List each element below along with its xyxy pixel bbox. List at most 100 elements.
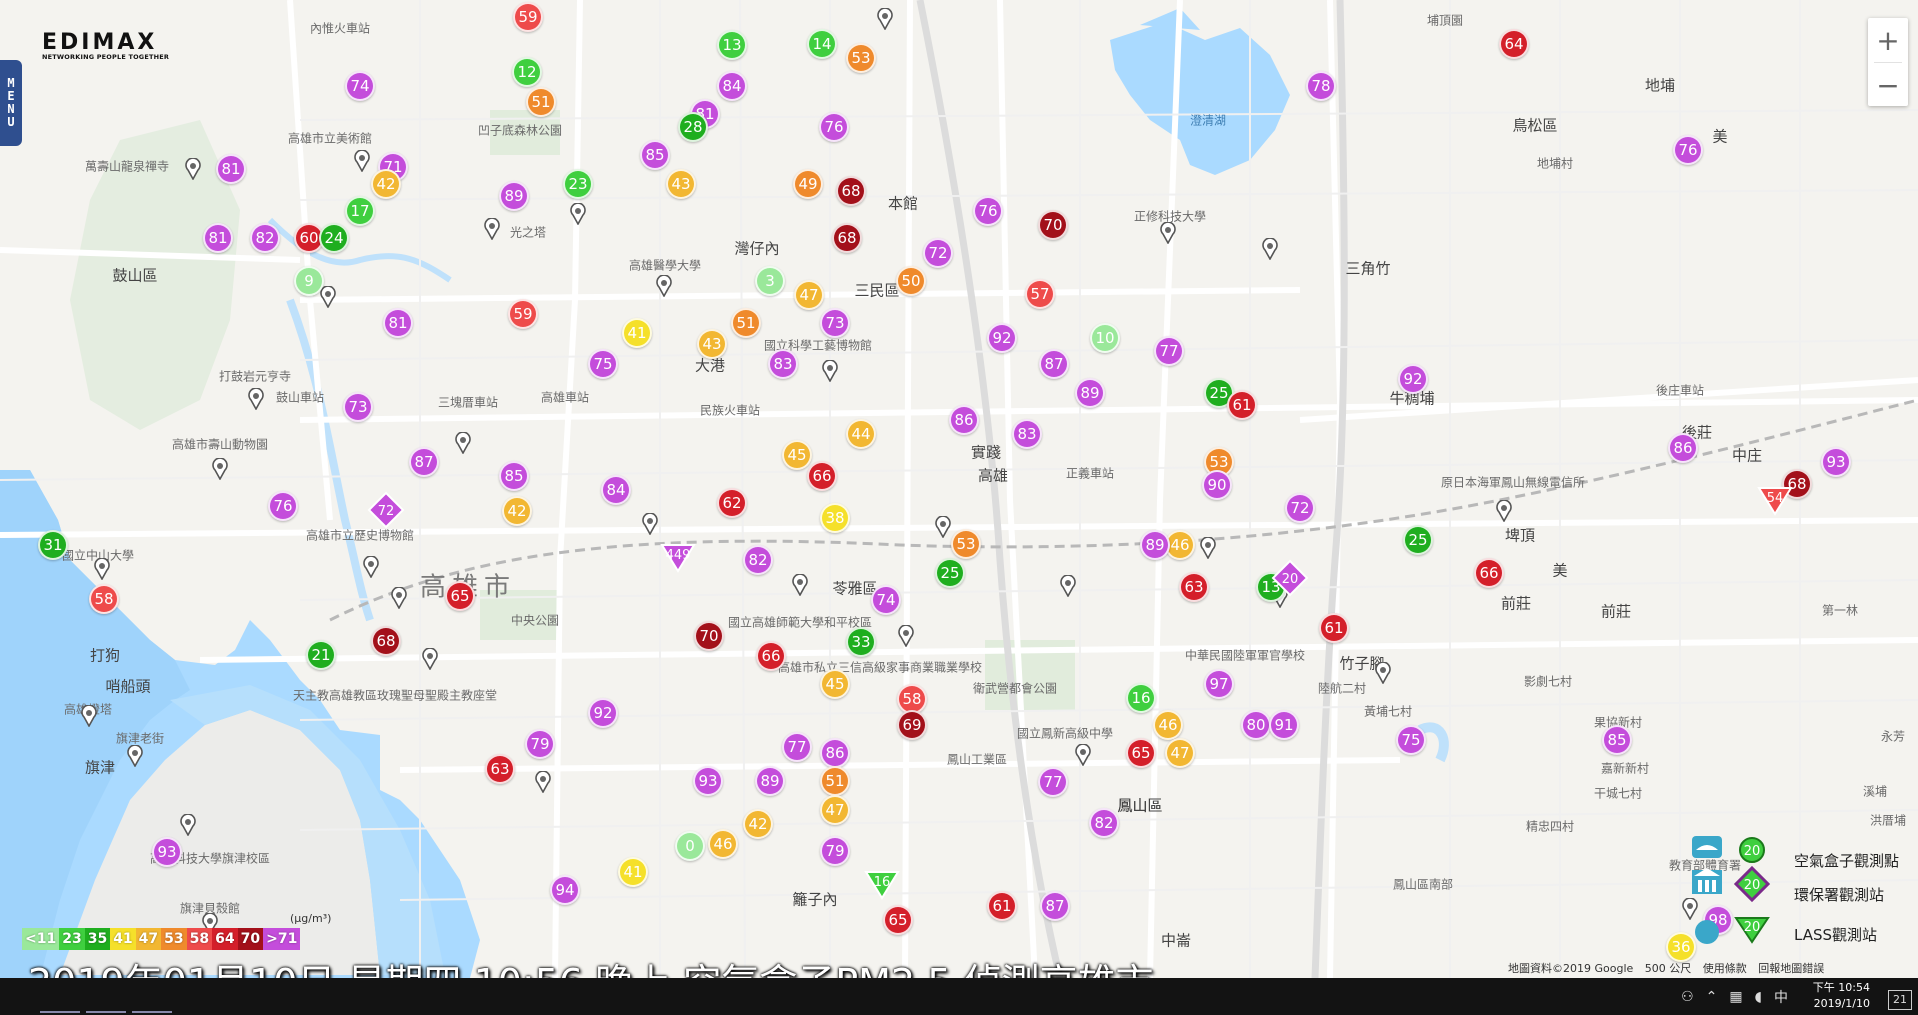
location-pin-icon[interactable] (877, 8, 893, 30)
airbox-marker[interactable]: 89 (499, 181, 529, 211)
location-pin-icon[interactable] (935, 516, 951, 538)
airbox-marker[interactable]: 82 (250, 223, 280, 253)
airbox-marker[interactable]: 81 (383, 308, 413, 338)
location-pin-icon[interactable] (1375, 662, 1391, 684)
airbox-marker[interactable]: 57 (1025, 279, 1055, 309)
airbox-marker[interactable]: 51 (731, 308, 761, 338)
airbox-marker[interactable]: 51 (526, 87, 556, 117)
airbox-marker[interactable]: 84 (717, 71, 747, 101)
location-pin-icon[interactable] (354, 150, 370, 172)
airbox-marker[interactable]: 65 (883, 905, 913, 935)
airbox-marker[interactable]: 86 (949, 405, 979, 435)
report-error-link[interactable]: 回報地圖錯誤 (1758, 962, 1824, 975)
airbox-marker[interactable]: 61 (1319, 613, 1349, 643)
airbox-marker[interactable]: 75 (1396, 725, 1426, 755)
airbox-marker[interactable]: 21 (306, 640, 336, 670)
volume-icon[interactable]: ◖ (1755, 989, 1762, 1005)
airbox-marker[interactable]: 49 (793, 169, 823, 199)
location-pin-icon[interactable] (180, 814, 196, 836)
airbox-marker[interactable]: 89 (1140, 530, 1170, 560)
airbox-marker[interactable]: 87 (1040, 891, 1070, 921)
location-pin-icon[interactable] (1160, 222, 1176, 244)
airbox-marker[interactable]: 16 (1126, 683, 1156, 713)
airbox-marker[interactable]: 97 (1204, 669, 1234, 699)
location-pin-icon[interactable] (391, 587, 407, 609)
airbox-marker[interactable]: 47 (1165, 738, 1195, 768)
chevron-up-icon[interactable]: ⌃ (1706, 989, 1718, 1005)
airbox-marker[interactable]: 93 (152, 837, 182, 867)
airbox-marker[interactable]: 82 (743, 545, 773, 575)
airbox-marker[interactable]: 42 (371, 169, 401, 199)
airbox-marker[interactable]: 42 (502, 496, 532, 526)
airbox-marker[interactable]: 81 (203, 223, 233, 253)
airbox-marker[interactable]: 45 (782, 440, 812, 470)
airbox-marker[interactable]: 65 (445, 581, 475, 611)
airbox-marker[interactable]: 25 (1403, 525, 1433, 555)
airbox-marker[interactable]: 81 (216, 154, 246, 184)
taskbar-app[interactable] (40, 981, 80, 1013)
airbox-marker[interactable]: 63 (1179, 572, 1209, 602)
zoom-in-button[interactable]: + (1868, 18, 1908, 62)
airbox-marker[interactable]: 73 (820, 308, 850, 338)
airbox-marker[interactable]: 87 (1039, 349, 1069, 379)
taskbar-app[interactable] (132, 981, 172, 1013)
airbox-marker[interactable]: 74 (345, 71, 375, 101)
airbox-marker[interactable]: 85 (640, 140, 670, 170)
airbox-marker[interactable]: 46 (1153, 710, 1183, 740)
airbox-marker[interactable]: 17 (345, 196, 375, 226)
airbox-marker[interactable]: 85 (499, 461, 529, 491)
airbox-marker[interactable]: 85 (1602, 725, 1632, 755)
location-pin-icon[interactable] (127, 745, 143, 767)
airbox-marker[interactable]: 47 (794, 280, 824, 310)
airbox-marker[interactable]: 73 (343, 392, 373, 422)
airbox-marker[interactable]: 78 (1306, 71, 1336, 101)
airbox-marker[interactable]: 76 (268, 491, 298, 521)
airbox-marker[interactable]: 77 (1154, 336, 1184, 366)
airbox-marker[interactable]: 44 (846, 419, 876, 449)
airbox-marker[interactable]: 43 (666, 169, 696, 199)
taskbar-app[interactable] (86, 981, 126, 1013)
airbox-marker[interactable]: 24 (319, 223, 349, 253)
network-icon[interactable]: ▦ (1729, 989, 1742, 1005)
airbox-marker[interactable]: 9 (294, 266, 324, 296)
airbox-marker[interactable]: 43 (697, 329, 727, 359)
airbox-marker[interactable]: 75 (588, 349, 618, 379)
airbox-marker[interactable]: 46 (708, 829, 738, 859)
airbox-marker[interactable]: 77 (782, 732, 812, 762)
airbox-marker[interactable]: 3 (755, 266, 785, 296)
airbox-marker[interactable]: 93 (693, 766, 723, 796)
airbox-marker[interactable]: 23 (563, 169, 593, 199)
airbox-marker[interactable]: 68 (371, 626, 401, 656)
location-pin-icon[interactable] (185, 158, 201, 180)
airbox-marker[interactable]: 72 (923, 238, 953, 268)
airbox-marker[interactable]: 66 (807, 461, 837, 491)
airbox-marker[interactable]: 70 (694, 621, 724, 651)
airbox-marker[interactable]: 50 (896, 266, 926, 296)
location-pin-icon[interactable] (1262, 238, 1278, 260)
airbox-marker[interactable]: 31 (38, 530, 68, 560)
airbox-marker[interactable]: 94 (550, 875, 580, 905)
location-pin-icon[interactable] (1060, 575, 1076, 597)
airbox-marker[interactable]: 77 (1038, 767, 1068, 797)
airbox-marker[interactable]: 61 (1227, 390, 1257, 420)
ime-indicator[interactable]: 中 (1774, 987, 1788, 1007)
location-pin-icon[interactable] (1075, 744, 1091, 766)
airbox-marker[interactable]: 76 (819, 112, 849, 142)
location-pin-icon[interactable] (484, 218, 500, 240)
airbox-marker[interactable]: 53 (846, 43, 876, 73)
epa-station-marker[interactable]: 72 (366, 490, 406, 530)
location-pin-icon[interactable] (898, 625, 914, 647)
airbox-marker[interactable]: 69 (897, 710, 927, 740)
airbox-marker[interactable]: 59 (508, 299, 538, 329)
airbox-marker[interactable]: 79 (820, 836, 850, 866)
location-pin-icon[interactable] (535, 771, 551, 793)
location-pin-icon[interactable] (363, 556, 379, 578)
location-pin-icon[interactable] (212, 458, 228, 480)
airbox-marker[interactable]: 41 (622, 318, 652, 348)
location-pin-icon[interactable] (822, 360, 838, 382)
airbox-marker[interactable]: 68 (836, 176, 866, 206)
airbox-marker[interactable]: 68 (832, 223, 862, 253)
airbox-marker[interactable]: 41 (618, 857, 648, 887)
location-pin-icon[interactable] (320, 286, 336, 308)
airbox-marker[interactable]: 58 (89, 584, 119, 614)
